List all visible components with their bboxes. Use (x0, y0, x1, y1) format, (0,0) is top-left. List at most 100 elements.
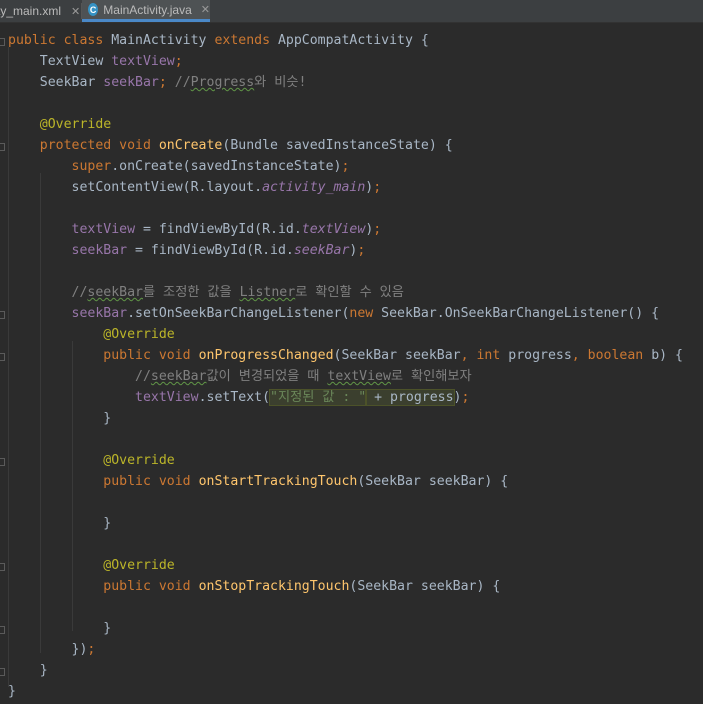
code-token: textView (8, 222, 136, 237)
code-line: public void onStopTrackingTouch(SeekBar … (8, 576, 683, 597)
code-token: onStartTrackingTouch (198, 474, 358, 489)
code-line: } (8, 513, 683, 534)
code-line: } (8, 408, 683, 429)
code-token: // (8, 285, 88, 300)
code-token: protected void (8, 138, 159, 153)
code-line: }); (8, 639, 683, 660)
code-token: (SeekBar seekBar (333, 348, 461, 363)
code-token: } (8, 516, 112, 531)
code-token: seekBar (103, 75, 159, 90)
code-line: public void onProgressChanged(SeekBar se… (8, 345, 683, 366)
code-token: @Override (8, 558, 175, 573)
fold-marker-icon[interactable] (0, 143, 5, 151)
code-token: ; (158, 75, 175, 90)
code-token: textView (8, 390, 199, 405)
code-token: textView (327, 369, 391, 384)
code-token: super (8, 159, 112, 174)
code-line: @Override (8, 324, 683, 345)
code-line: @Override (8, 450, 683, 471)
code-token: public void (8, 579, 199, 594)
code-token: TextView (8, 54, 112, 69)
code-token: int (476, 348, 509, 363)
code-token: onProgressChanged (198, 348, 334, 363)
code-line: //seekBar를 조정한 값을 Listner로 확인할 수 있음 (8, 282, 683, 303)
code-line: TextView textView; (8, 51, 683, 72)
code-token: SeekBar (8, 75, 104, 90)
fold-marker-icon[interactable] (0, 38, 5, 46)
code-token: onStopTrackingTouch (198, 579, 350, 594)
code-token: ; (341, 159, 350, 174)
code-line: super.onCreate(savedInstanceState); (8, 156, 683, 177)
code-line: textView = findViewById(R.id.textView); (8, 219, 683, 240)
code-token: , (460, 348, 477, 363)
code-line: SeekBar seekBar; //Progress와 비슷! (8, 72, 683, 93)
code-line: public void onStartTrackingTouch(SeekBar… (8, 471, 683, 492)
code-token: seekBar (293, 243, 350, 258)
editor-tab-bar: ty_main.xml ✕ C MainActivity.java ✕ (0, 0, 703, 23)
code-line: protected void onCreate(Bundle savedInst… (8, 135, 683, 156)
code-token: boolean (587, 348, 652, 363)
fold-marker-icon[interactable] (0, 563, 5, 571)
code-token: 로 확인할 수 있음 (295, 285, 404, 300)
code-line: } (8, 618, 683, 639)
code-token: 를 조정한 값을 (142, 285, 240, 300)
code-token: @Override (8, 327, 175, 342)
code-token: .onCreate(savedInstanceState) (111, 159, 342, 174)
code-token: onCreate (158, 138, 223, 153)
code-token: } (8, 663, 48, 678)
code-token: public void (8, 474, 199, 489)
code-token: } (8, 411, 112, 426)
close-icon[interactable]: ✕ (71, 5, 80, 18)
code-token: textView (301, 222, 366, 237)
code-editor[interactable]: public class MainActivity extends AppCom… (0, 23, 703, 704)
code-token: // (8, 369, 151, 384)
code-token: "지정된 값 : " (269, 389, 368, 406)
code-token: ) (453, 390, 462, 405)
code-token: seekBar (8, 306, 128, 321)
code-token: (Bundle savedInstanceState) { (222, 138, 453, 153)
tab-main-activity-java[interactable]: C MainActivity.java ✕ (82, 0, 210, 22)
code-token: ; (373, 222, 382, 237)
code-token: ; (461, 390, 470, 405)
close-icon[interactable]: ✕ (201, 3, 210, 16)
code-token: new (349, 306, 382, 321)
code-block: public class MainActivity extends AppCom… (8, 30, 683, 702)
code-token: .setOnSeekBarChangeListener( (127, 306, 350, 321)
fold-marker-icon[interactable] (0, 626, 5, 634)
code-token: AppCompatActivity { (277, 33, 429, 48)
code-line: //seekBar값이 변경되었을 때 textView로 확인해보자 (8, 366, 683, 387)
fold-marker-icon[interactable] (0, 311, 5, 319)
fold-marker-icon[interactable] (0, 458, 5, 466)
code-token: MainActivity (111, 33, 215, 48)
fold-marker-icon[interactable] (0, 353, 5, 361)
code-line: @Override (8, 114, 683, 135)
code-token: progress (508, 348, 572, 363)
code-token: b) { (651, 348, 683, 363)
code-token: 값이 변경되었을 때 (206, 369, 328, 384)
code-line: @Override (8, 555, 683, 576)
code-token: seekBar (87, 285, 143, 300)
code-token: Listner (239, 285, 296, 300)
code-line: } (8, 681, 683, 702)
code-token: }) (8, 642, 88, 657)
code-line: setContentView(R.layout.activity_main); (8, 177, 683, 198)
code-line: public class MainActivity extends AppCom… (8, 30, 683, 51)
tab-activity-main-xml[interactable]: ty_main.xml ✕ (0, 0, 81, 22)
code-token: extends (214, 33, 278, 48)
code-token: (SeekBar seekBar) { (357, 474, 509, 489)
code-token: } (8, 621, 112, 636)
code-token: public void (8, 348, 199, 363)
code-token: // (174, 75, 191, 90)
code-line: textView.setText("지정된 값 : " + progress); (8, 387, 683, 408)
code-token: @Override (8, 453, 175, 468)
code-token: ; (357, 243, 366, 258)
fold-marker-icon[interactable] (0, 668, 5, 676)
code-token: activity_main (262, 180, 366, 195)
code-line: } (8, 660, 683, 681)
